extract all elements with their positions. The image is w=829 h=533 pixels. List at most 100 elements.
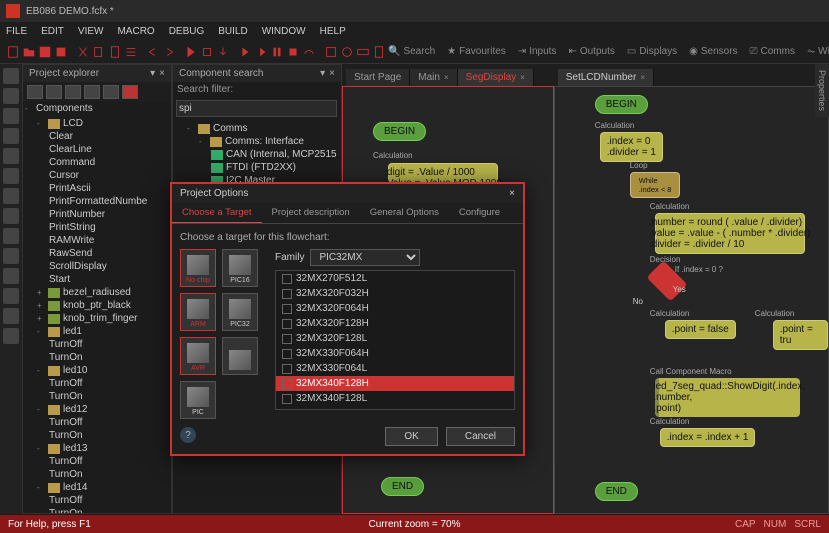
menu-build[interactable]: BUILD bbox=[218, 26, 247, 37]
device-item[interactable]: 32MX340F128H bbox=[276, 376, 514, 391]
step-button[interactable] bbox=[254, 43, 268, 61]
close-icon[interactable]: × bbox=[520, 73, 525, 82]
new-button[interactable] bbox=[6, 43, 20, 61]
chip-option[interactable]: PIC bbox=[180, 381, 216, 419]
tree-item[interactable]: CAN (Internal, MCP2515 bbox=[173, 148, 341, 161]
tree-item[interactable]: PrintAscii bbox=[23, 182, 171, 195]
device-item[interactable]: 32MX320F032H bbox=[276, 286, 514, 301]
tree-item[interactable]: PrintFormattedNumbe bbox=[23, 195, 171, 208]
close-icon[interactable]: × bbox=[640, 73, 645, 82]
tree-item[interactable]: PrintNumber bbox=[23, 208, 171, 221]
tab-setlcdnumber[interactable]: SetLCDNumber× bbox=[558, 69, 654, 86]
vtool-e[interactable] bbox=[3, 168, 19, 184]
project-tree[interactable]: -LCDClearClearLineCommandCursorPrintAsci… bbox=[23, 115, 171, 513]
flow-calc[interactable]: .index = .index + 1 bbox=[660, 428, 756, 447]
menu-debug[interactable]: DEBUG bbox=[169, 26, 205, 37]
tab-main[interactable]: Main× bbox=[410, 69, 457, 86]
tree-item[interactable]: TurnOn bbox=[23, 507, 171, 513]
menu-edit[interactable]: EDIT bbox=[41, 26, 64, 37]
tree-item[interactable]: TurnOff bbox=[23, 455, 171, 468]
saveall-button[interactable] bbox=[54, 43, 68, 61]
tab-startpage[interactable]: Start Page bbox=[346, 69, 410, 86]
flow-begin[interactable]: BEGIN bbox=[373, 122, 426, 141]
tab-segdisplay[interactable]: SegDisplay× bbox=[458, 69, 534, 86]
tree-item[interactable]: -LCD bbox=[23, 117, 171, 130]
tree-item[interactable]: Clear bbox=[23, 130, 171, 143]
fav-outputs[interactable]: ⇤Outputs bbox=[568, 46, 614, 57]
vtool-j[interactable] bbox=[3, 268, 19, 284]
close-icon[interactable]: × bbox=[159, 68, 165, 79]
search-filter-input[interactable] bbox=[176, 100, 337, 117]
fav-comms[interactable]: ⎚Comms bbox=[750, 46, 795, 57]
family-select[interactable]: PIC32MX bbox=[310, 249, 420, 266]
tree-item[interactable]: TurnOn bbox=[23, 429, 171, 442]
tree-item[interactable]: TurnOff bbox=[23, 377, 171, 390]
fav-sensors[interactable]: ◉Sensors bbox=[689, 46, 737, 57]
flow-calc[interactable]: .point = false bbox=[665, 320, 736, 339]
fav-inputs[interactable]: ⇥Inputs bbox=[518, 46, 557, 57]
pin-icon[interactable]: ▾ bbox=[150, 68, 155, 79]
paste-button[interactable] bbox=[108, 43, 122, 61]
stop-button[interactable] bbox=[286, 43, 300, 61]
fav-search[interactable]: 🔍Search bbox=[388, 46, 435, 57]
close-icon[interactable]: × bbox=[444, 73, 449, 82]
tree-item[interactable]: -led14 bbox=[23, 481, 171, 494]
close-icon[interactable]: × bbox=[509, 188, 515, 199]
redo-button[interactable] bbox=[162, 43, 176, 61]
close-icon[interactable]: × bbox=[329, 68, 335, 79]
vtool-k[interactable] bbox=[3, 288, 19, 304]
vtool-cursor[interactable] bbox=[3, 68, 19, 84]
flow-begin[interactable]: BEGIN bbox=[595, 95, 648, 114]
tree-item[interactable]: -Comms: Interface bbox=[173, 135, 341, 148]
tree-item[interactable]: TurnOff bbox=[23, 494, 171, 507]
flow-calc[interactable]: .number = round ( .value / .divider) .va… bbox=[655, 213, 805, 254]
tree-item[interactable]: RawSend bbox=[23, 247, 171, 260]
tool-d[interactable] bbox=[372, 43, 386, 61]
pe-tab-2[interactable] bbox=[46, 85, 62, 99]
pin-icon[interactable]: ▾ bbox=[320, 68, 325, 79]
vtool-a[interactable] bbox=[3, 88, 19, 104]
pe-tab-1[interactable] bbox=[27, 85, 43, 99]
device-item[interactable]: 32MX340F128L bbox=[276, 391, 514, 406]
vtool-d[interactable] bbox=[3, 148, 19, 164]
chip-option[interactable]: No chip bbox=[180, 249, 216, 287]
open-button[interactable] bbox=[22, 43, 36, 61]
tree-item[interactable]: -led13 bbox=[23, 442, 171, 455]
tree-item[interactable]: -Comms bbox=[173, 122, 341, 135]
vtool-m[interactable] bbox=[3, 328, 19, 344]
chip-option[interactable] bbox=[222, 337, 258, 375]
vtool-f[interactable] bbox=[3, 188, 19, 204]
chip-option[interactable]: AVR bbox=[180, 337, 216, 375]
tree-item[interactable]: ClearLine bbox=[23, 143, 171, 156]
pe-tab-4[interactable] bbox=[84, 85, 100, 99]
vtool-b[interactable] bbox=[3, 108, 19, 124]
tree-item[interactable]: ScrollDisplay bbox=[23, 260, 171, 273]
vtool-h[interactable] bbox=[3, 228, 19, 244]
tree-item[interactable]: +knob_ptr_black bbox=[23, 299, 171, 312]
tree-item[interactable]: TurnOn bbox=[23, 468, 171, 481]
dialog-tab-general[interactable]: General Options bbox=[360, 203, 449, 223]
tree-item[interactable]: RAMWrite bbox=[23, 234, 171, 247]
flow-loop[interactable]: While .index < 8 bbox=[630, 172, 681, 198]
device-item[interactable]: 32MX270F512L bbox=[276, 271, 514, 286]
tree-item[interactable]: +knob_trim_finger bbox=[23, 312, 171, 325]
flow-calc[interactable]: .index = 0 .divider = 1 bbox=[600, 132, 663, 162]
tree-item[interactable]: +bezel_radiused bbox=[23, 286, 171, 299]
device-item[interactable]: 32MX330F064L bbox=[276, 361, 514, 376]
vtool-c[interactable] bbox=[3, 128, 19, 144]
tree-item[interactable]: -led1 bbox=[23, 325, 171, 338]
tree-item[interactable]: TurnOff bbox=[23, 338, 171, 351]
cancel-button[interactable]: Cancel bbox=[446, 427, 515, 446]
tree-item[interactable]: TurnOn bbox=[23, 351, 171, 364]
undo-button[interactable] bbox=[146, 43, 160, 61]
flow-macro[interactable]: led_7seg_quad::ShowDigit(.index, .number… bbox=[655, 378, 800, 417]
fav-wireless[interactable]: ⏦Wirele bbox=[807, 46, 829, 57]
pe-tab-3[interactable] bbox=[65, 85, 81, 99]
help-icon[interactable]: ? bbox=[180, 427, 196, 443]
device-list[interactable]: 32MX270F512L32MX320F032H32MX320F064H 32MX… bbox=[275, 270, 515, 410]
tree-item[interactable]: FTDI (FTD2XX) bbox=[173, 161, 341, 174]
down-button[interactable] bbox=[216, 43, 230, 61]
properties-tab[interactable]: Properties bbox=[815, 64, 829, 117]
device-item[interactable]: 32MX320F064H bbox=[276, 301, 514, 316]
chip-button[interactable] bbox=[200, 43, 214, 61]
